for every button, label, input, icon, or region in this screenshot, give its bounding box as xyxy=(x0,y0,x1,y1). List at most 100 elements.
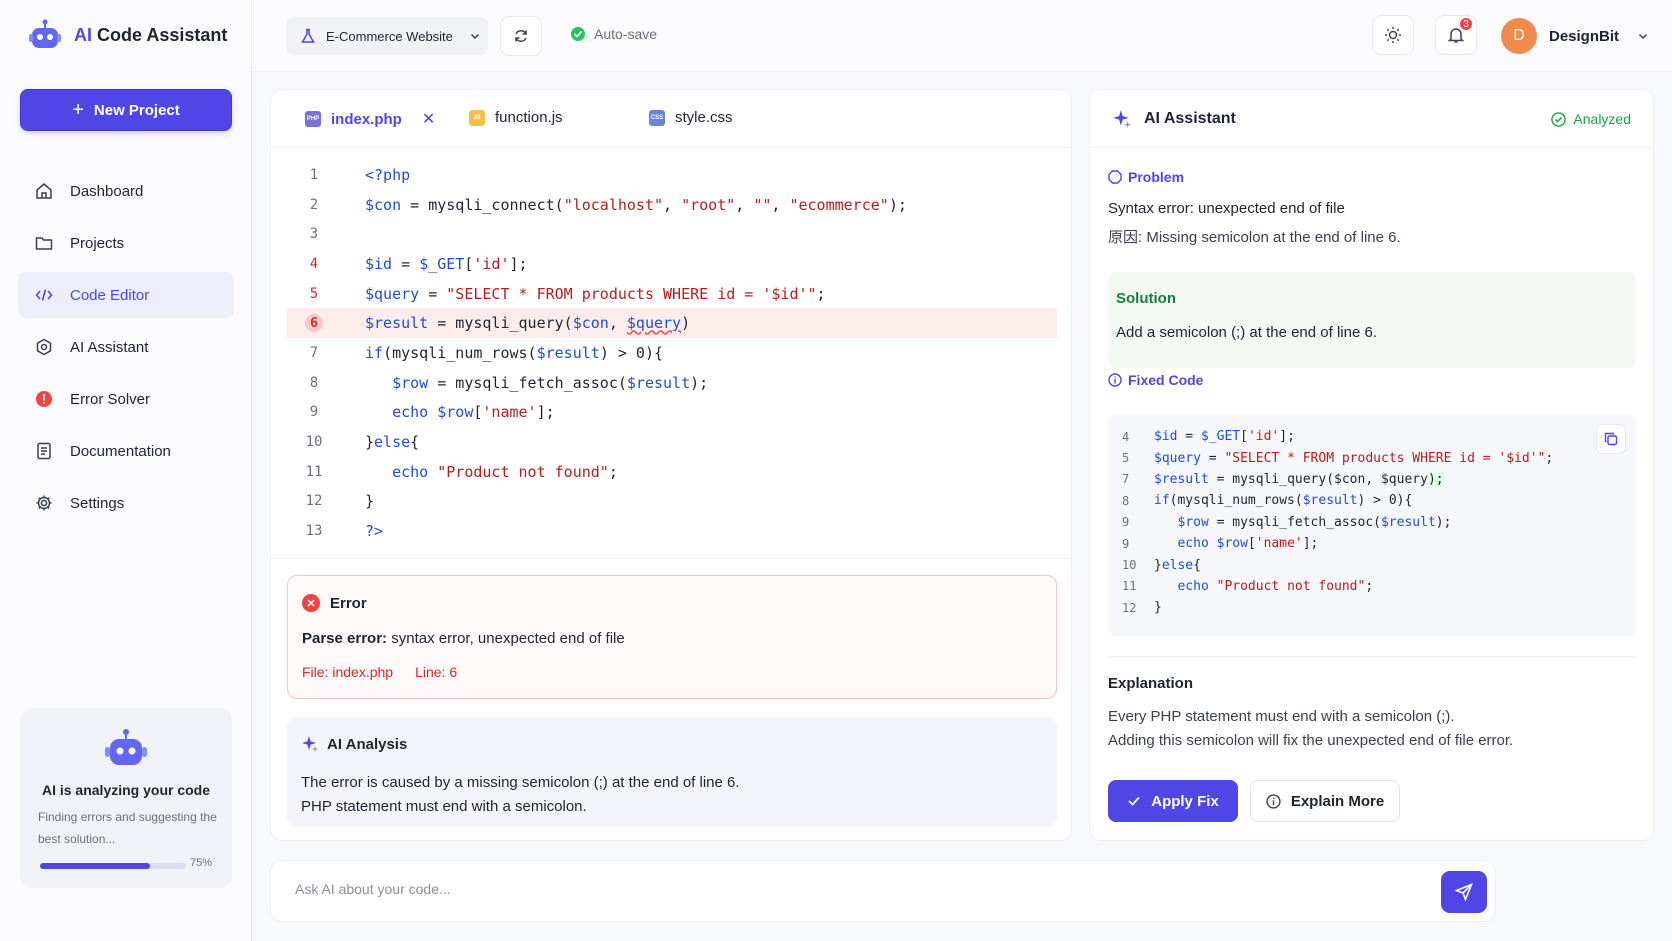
tab-function-js[interactable]: JS function.js xyxy=(469,109,563,126)
progress-fill xyxy=(40,863,150,869)
document-icon xyxy=(34,441,54,461)
explanation-text: Every PHP statement must end with a semi… xyxy=(1108,708,1514,749)
code-line: 13 ?> xyxy=(305,522,384,541)
autosave-status: Auto-save xyxy=(570,26,657,42)
info-icon xyxy=(1266,793,1281,809)
solution-label: Solution xyxy=(1116,290,1176,307)
problem-label: Problem xyxy=(1108,169,1184,185)
sun-icon xyxy=(1385,27,1401,43)
problem-cause: 原因: Missing semicolon at the end of line… xyxy=(1108,229,1401,246)
project-selector[interactable]: E-Commerce Website xyxy=(286,17,488,55)
sidebar-item-dashboard[interactable]: Dashboard xyxy=(18,168,234,214)
ai-analysis-heading: AI Analysis xyxy=(301,735,407,753)
send-button[interactable] xyxy=(1441,871,1487,913)
ai-assistant-panel: AI Assistant Analyzed Problem Syntax err… xyxy=(1089,89,1654,841)
app-logo[interactable]: AI Code Assistant xyxy=(28,18,227,52)
copy-icon xyxy=(1604,432,1618,446)
sidebar: AI Code Assistant + New Project Dashboar… xyxy=(0,0,252,941)
robot-icon xyxy=(105,729,147,765)
gear-icon xyxy=(34,493,54,513)
top-bar: E-Commerce Website Auto-save 3 D DesignB… xyxy=(252,0,1672,72)
sidebar-item-code-editor[interactable]: Code Editor xyxy=(18,272,234,318)
php-file-icon: PHP xyxy=(305,111,321,127)
ask-ai-bar xyxy=(270,860,1496,922)
sync-icon xyxy=(515,30,527,42)
close-icon[interactable]: ✕ xyxy=(422,109,435,129)
code-line: 2 $con = mysqli_connect("localhost", "roo… xyxy=(309,195,907,214)
sidebar-item-settings[interactable]: Settings xyxy=(18,480,234,526)
code-line: 8 $row = mysqli_fetch_assoc($result); xyxy=(309,373,709,392)
explain-more-button[interactable]: Explain More xyxy=(1250,780,1400,822)
error-box: ✕ Error Parse error: syntax error, unexp… xyxy=(287,575,1057,699)
error-heading: ✕ Error xyxy=(302,594,367,612)
solution-text: Add a semicolon (;) at the end of line 6… xyxy=(1116,324,1377,341)
code-line: 5 $query = "SELECT * FROM products WHERE … xyxy=(309,284,826,303)
ai-analysis-box: AI Analysis The error is caused by a mis… xyxy=(287,717,1057,827)
fixed-code-line: 12} xyxy=(1122,600,1162,616)
fixed-code-line: 5 $query = "SELECT * FROM products WHERE … xyxy=(1122,450,1554,466)
assistant-header: AI Assistant Analyzed xyxy=(1090,90,1653,148)
check-icon xyxy=(1128,796,1140,806)
sidebar-item-projects[interactable]: Projects xyxy=(18,220,234,266)
stop-icon xyxy=(1108,170,1122,184)
code-line: 10}else{ xyxy=(305,433,420,452)
code-line: 7 if(mysqli_num_rows($result) > 0){ xyxy=(309,343,664,362)
code-line: 12} xyxy=(305,492,375,511)
app-title: AI Code Assistant xyxy=(74,24,228,45)
fixed-code-line: 9 echo $row['name']; xyxy=(1122,536,1319,552)
ai-status-card: AI is analyzing your code Finding errors… xyxy=(20,708,232,888)
fixed-code-line: 7 $result = mysqli_query($con, $query); xyxy=(1122,471,1444,487)
problem-text: Syntax error: unexpected end of file xyxy=(1108,200,1345,217)
robot-logo-icon xyxy=(29,19,61,48)
home-icon xyxy=(34,181,54,201)
user-name: DesignBit xyxy=(1549,27,1620,45)
sidebar-item-documentation[interactable]: Documentation xyxy=(18,428,234,474)
error-location: File: index.php Line: 6 xyxy=(302,664,458,680)
copy-button[interactable] xyxy=(1596,424,1626,454)
theme-toggle-button[interactable] xyxy=(1372,15,1414,55)
code-icon xyxy=(34,285,54,305)
code-line: 3 xyxy=(309,226,319,243)
solution-box: Solution Add a semicolon (;) at the end … xyxy=(1108,272,1636,368)
tab-style-css[interactable]: CSS style.css xyxy=(649,109,733,126)
fixed-code-line: 8 if(mysqli_num_rows($result) > 0){ xyxy=(1122,493,1413,509)
sidebar-item-error-solver[interactable]: Error Solver xyxy=(18,376,234,422)
code-line: 9 echo $row['name']; xyxy=(309,403,555,422)
error-icon xyxy=(34,389,54,409)
new-project-button[interactable]: + New Project xyxy=(20,89,232,131)
chevron-down-icon xyxy=(1638,33,1648,40)
ai-card-title: AI is analyzing your code xyxy=(41,782,211,798)
code-area[interactable]: 1 <?php 2 $con = mysqli_connect("localhost… xyxy=(287,160,1057,546)
error-x-icon: ✕ xyxy=(302,594,320,612)
sync-button[interactable] xyxy=(500,16,542,56)
code-line: 1 <?php xyxy=(309,165,411,184)
check-circle-icon xyxy=(571,27,585,41)
fixed-code-label: Fixed Code xyxy=(1108,372,1203,388)
ai-card-subtitle: Finding errors and suggesting the best s… xyxy=(38,810,217,846)
explanation-title: Explanation xyxy=(1108,675,1194,692)
code-line: 4 $id = $_GET['id']; xyxy=(309,254,528,273)
folder-icon xyxy=(34,233,54,253)
tab-index-php[interactable]: PHP index.php ✕ xyxy=(305,109,435,129)
analyzed-status: Analyzed xyxy=(1551,111,1631,127)
notifications-button[interactable]: 3 xyxy=(1435,15,1477,55)
avatar: D xyxy=(1501,18,1537,54)
error-message: Parse error: syntax error, unexpected en… xyxy=(302,630,625,647)
info-icon xyxy=(1108,373,1122,387)
user-menu[interactable]: D DesignBit xyxy=(1501,18,1649,54)
check-circle-icon xyxy=(1551,111,1567,127)
progress-label: 75% xyxy=(190,857,213,869)
analysis-progress-bar xyxy=(40,863,186,869)
code-line: 11 echo "Product not found"; xyxy=(305,462,618,481)
fixed-code-block: 4 $id = $_GET['id']; 5 $query = "SELECT * … xyxy=(1108,414,1636,636)
divider xyxy=(271,558,1073,559)
ai-chip-icon xyxy=(34,337,54,357)
ai-analysis-text: The error is caused by a missing semicol… xyxy=(301,774,740,815)
ask-ai-input[interactable] xyxy=(295,881,1345,897)
error-code-line: 6 $result = mysqli_query($con, $query) xyxy=(287,308,1057,339)
apply-fix-button[interactable]: Apply Fix xyxy=(1108,780,1238,822)
sidebar-item-ai-assistant[interactable]: AI Assistant xyxy=(18,324,234,370)
css-file-icon: CSS xyxy=(649,109,665,126)
fixed-code-line: 4 $id = $_GET['id']; xyxy=(1122,429,1295,445)
fixed-code-line: 10}else{ xyxy=(1122,557,1201,573)
